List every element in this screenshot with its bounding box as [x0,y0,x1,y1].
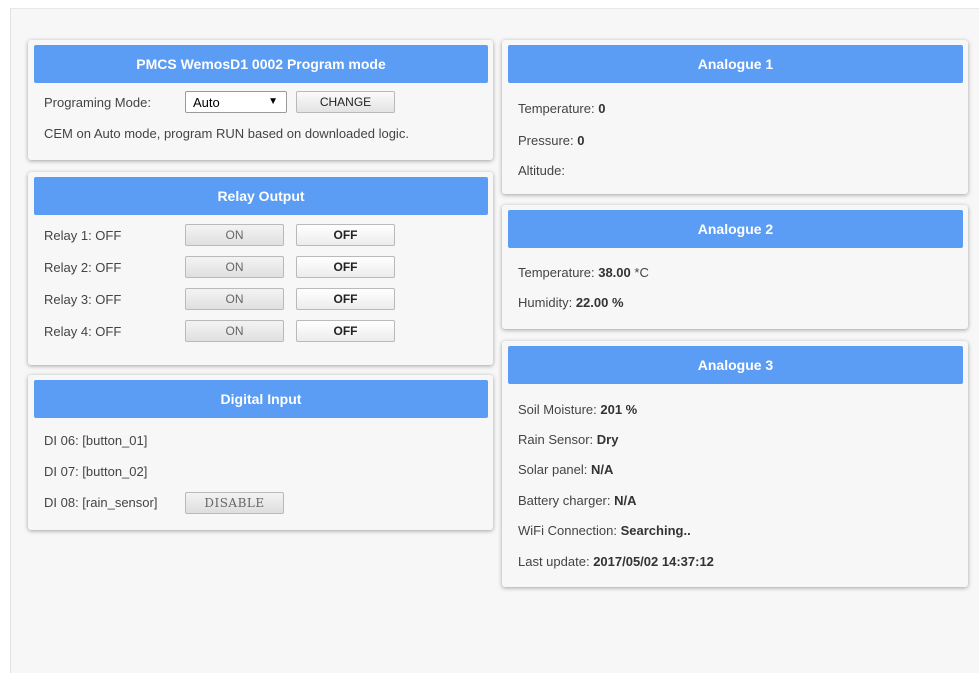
relay-3-status: Relay 3: OFF [44,291,122,307]
wifi-connection-value: Searching.. [620,522,691,538]
relay-1-on-button[interactable]: ON [185,224,284,246]
analogue-1-title: Analogue 1 [508,45,963,83]
program-mode-card: PMCS WemosD1 0002 Program mode Programin… [28,40,493,160]
digital-input-title: Digital Input [34,380,488,418]
wifi-connection-label: WiFi Connection: [518,522,617,538]
relay-output-card: Relay Output Relay 1: OFF ON OFF Relay 2… [28,172,493,365]
relay-1-off-button[interactable]: OFF [296,224,395,246]
analogue-2-temperature-label: Temperature: [518,264,595,280]
analogue-1-temperature-value: 0 [598,100,606,116]
last-update-label: Last update: [518,553,590,569]
analogue-1-pressure-value: 0 [577,132,585,148]
relay-4-status: Relay 4: OFF [44,323,122,339]
relay-4-on-button[interactable]: ON [185,320,284,342]
relay-2-off-button[interactable]: OFF [296,256,395,278]
analogue-1-altitude-label: Altitude: [518,162,565,178]
relay-1-status: Relay 1: OFF [44,227,122,243]
relay-2-on-button[interactable]: ON [185,256,284,278]
analogue-2-title: Analogue 2 [508,210,963,248]
analogue-2-humidity-value: 22.00 % [575,294,624,310]
solar-panel-label: Solar panel: [518,461,588,477]
relay-2-status: Relay 2: OFF [44,259,122,275]
battery-charger-value: N/A [614,492,637,508]
analogue-2-humidity-label: Humidity: [518,294,573,310]
programming-mode-label: Programing Mode: [44,94,151,110]
digital-input-08: DI 08: [rain_sensor] [44,494,158,510]
analogue-3-title: Analogue 3 [508,346,963,384]
relay-3-on-button[interactable]: ON [185,288,284,310]
digital-input-06: DI 06: [button_01] [44,432,148,448]
programming-mode-select[interactable]: Auto ▼ [185,91,287,113]
analogue-2-temperature-value: 38.00 [598,264,631,280]
program-mode-description: CEM on Auto mode, program RUN based on d… [44,125,409,141]
soil-moisture-label: Soil Moisture: [518,401,597,417]
analogue-2-card: Analogue 2 Temperature: 38.00 *C Humidit… [502,205,968,329]
analogue-2-temperature-unit: *C [634,264,649,280]
analogue-1-card: Analogue 1 Temperature: 0 Pressure: 0 Al… [502,40,968,194]
relay-output-title: Relay Output [34,177,488,215]
analogue-1-pressure-label: Pressure: [518,132,574,148]
last-update-value: 2017/05/02 14:37:12 [593,553,714,569]
disable-button[interactable]: DISABLE [185,492,284,514]
change-button[interactable]: CHANGE [296,91,395,113]
rain-sensor-value: Dry [596,431,619,447]
rain-sensor-label: Rain Sensor: [518,431,594,447]
caret-down-icon: ▼ [268,96,278,107]
relay-3-off-button[interactable]: OFF [296,288,395,310]
soil-moisture-value: 201 % [600,401,638,417]
analogue-1-temperature-label: Temperature: [518,100,595,116]
relay-4-off-button[interactable]: OFF [296,320,395,342]
programming-mode-value: Auto [193,94,220,110]
solar-panel-value: N/A [591,461,614,477]
battery-charger-label: Battery charger: [518,492,611,508]
digital-input-card: Digital Input DI 06: [button_01] DI 07: … [28,375,493,530]
program-mode-title: PMCS WemosD1 0002 Program mode [34,45,488,83]
analogue-3-card: Analogue 3 Soil Moisture: 201 % Rain Sen… [502,341,968,587]
digital-input-07: DI 07: [button_02] [44,463,148,479]
